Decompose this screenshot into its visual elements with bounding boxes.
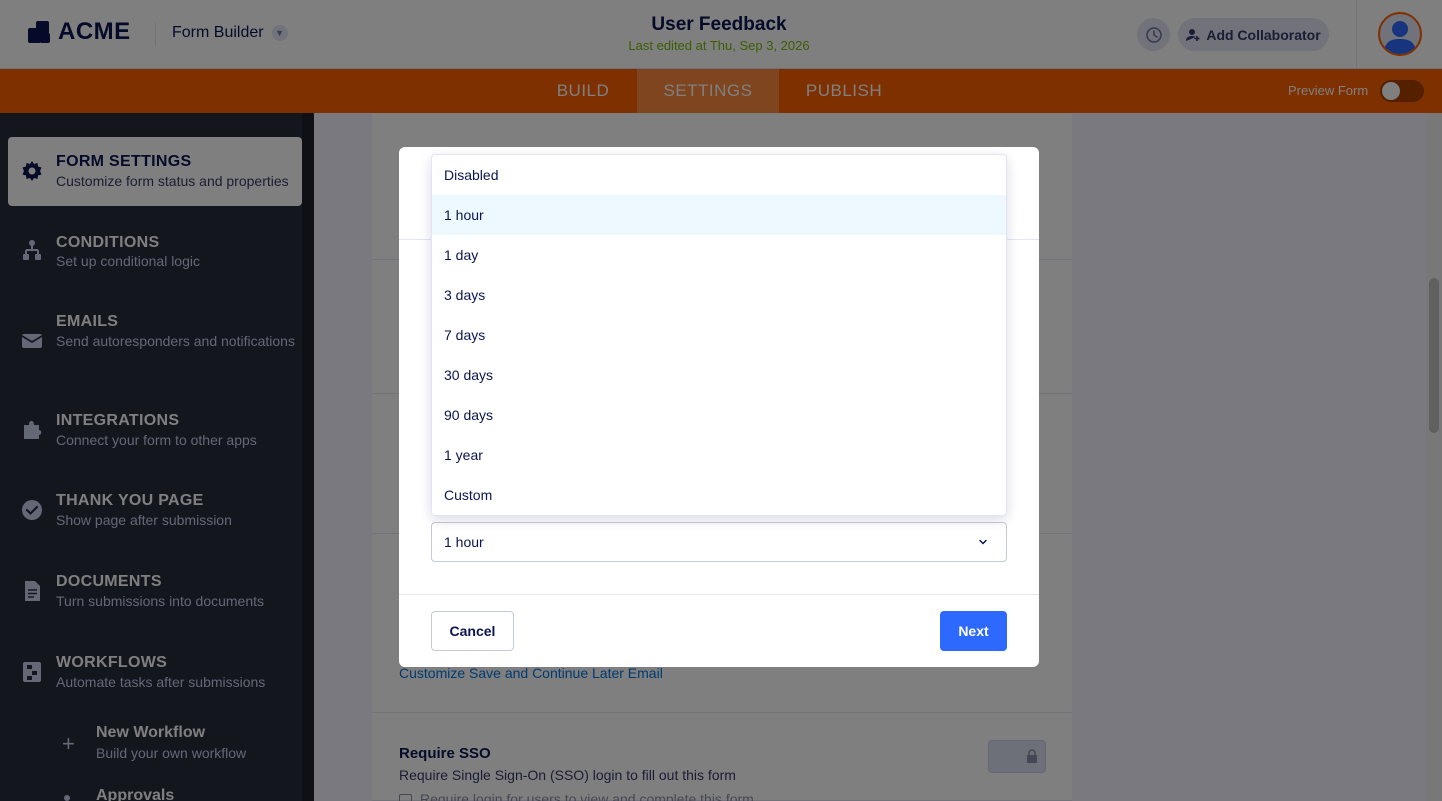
dropdown-option[interactable]: Custom	[432, 475, 1006, 515]
dropdown-option[interactable]: 1 year	[432, 435, 1006, 475]
duration-dropdown: Disabled 1 hour 1 day 3 days 7 days 30 d…	[431, 154, 1007, 516]
dropdown-option[interactable]: 30 days	[432, 355, 1006, 395]
next-button[interactable]: Next	[940, 611, 1007, 651]
dropdown-option[interactable]: 90 days	[432, 395, 1006, 435]
duration-select[interactable]: 1 hour	[431, 522, 1007, 562]
select-value: 1 hour	[444, 534, 484, 550]
dropdown-option[interactable]: Disabled	[432, 155, 1006, 195]
chevron-down-icon	[979, 539, 987, 545]
cancel-button[interactable]: Cancel	[431, 611, 514, 651]
expiry-modal: 1 hour Disabled 1 hour 1 day 3 days 7 da…	[399, 147, 1039, 667]
dropdown-option[interactable]: 3 days	[432, 275, 1006, 315]
modal-divider	[399, 594, 1039, 595]
dropdown-option[interactable]: 1 hour	[432, 195, 1006, 235]
dropdown-option[interactable]: 1 day	[432, 235, 1006, 275]
dropdown-option[interactable]: 7 days	[432, 315, 1006, 355]
